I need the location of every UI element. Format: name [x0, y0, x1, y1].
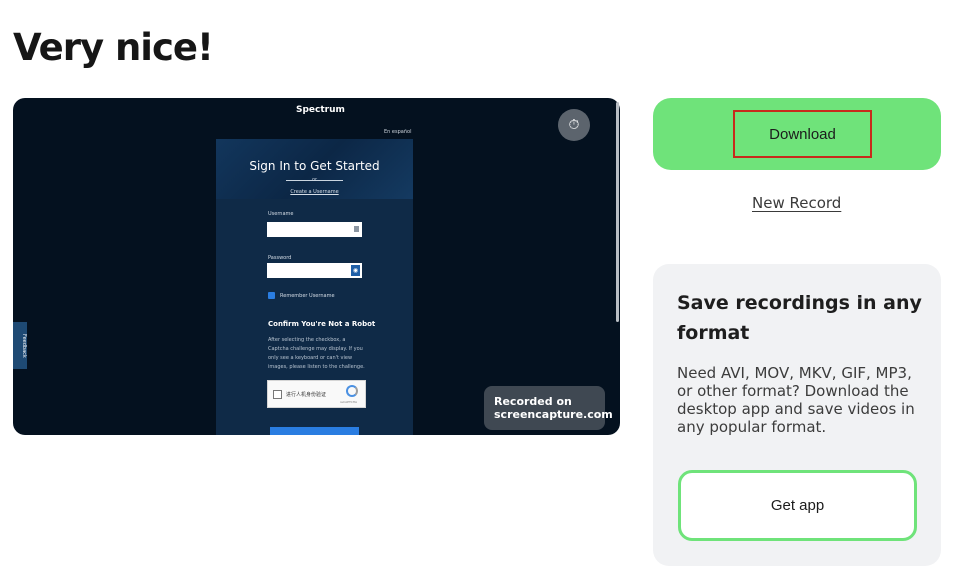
- page-title: Very nice!: [13, 26, 214, 69]
- promo-card: Save recordings in any format Need AVI, …: [653, 264, 941, 566]
- captcha-widget: 进行人机身份验证 reCAPTCHA: [267, 380, 366, 408]
- signin-panel: Sign In to Get Started or Create a Usern…: [216, 139, 413, 435]
- feedback-tab: Feedback: [13, 322, 27, 369]
- language-link: En español: [384, 129, 412, 135]
- promo-title: Save recordings in any format: [677, 292, 922, 344]
- robot-text: After selecting the checkbox, a Captcha …: [268, 337, 365, 370]
- captcha-brand: reCAPTCHA: [340, 400, 358, 404]
- keyboard-icon: [354, 226, 359, 232]
- remember-checkbox: [268, 292, 275, 299]
- signin-button: [270, 427, 359, 435]
- captcha-checkbox: [273, 390, 282, 399]
- password-label: Password: [268, 255, 292, 261]
- recaptcha-icon: [346, 385, 358, 397]
- captcha-label: 进行人机身份验证: [286, 392, 327, 398]
- get-app-button[interactable]: Get app: [678, 470, 917, 541]
- spectrum-logo: Spectrum: [296, 105, 345, 115]
- promo-body: Need AVI, MOV, MKV, GIF, MP3, or other f…: [677, 364, 915, 436]
- username-label: Username: [268, 211, 294, 217]
- recorded-line2: screencapture.com: [494, 408, 613, 421]
- password-field: ◉: [267, 263, 362, 278]
- username-field: [267, 222, 362, 237]
- create-username-link: Create a Username: [290, 189, 339, 195]
- recorded-badge: Recorded on screencapture.com: [484, 386, 613, 430]
- new-record-link[interactable]: New Record: [752, 194, 841, 212]
- timer-icon[interactable]: ⏱: [558, 109, 590, 141]
- robot-title: Confirm You're Not a Robot: [268, 320, 376, 328]
- remember-label: Remember Username: [280, 293, 335, 299]
- recorded-line1: Recorded on: [494, 395, 572, 408]
- signin-title: Sign In to Get Started: [249, 159, 380, 173]
- preview-scrollbar[interactable]: [616, 102, 619, 322]
- video-preview[interactable]: Spectrum En español Sign In to Get Start…: [13, 98, 620, 435]
- or-text: or: [311, 177, 318, 183]
- eye-icon: ◉: [351, 265, 360, 276]
- download-button[interactable]: Download: [733, 110, 872, 158]
